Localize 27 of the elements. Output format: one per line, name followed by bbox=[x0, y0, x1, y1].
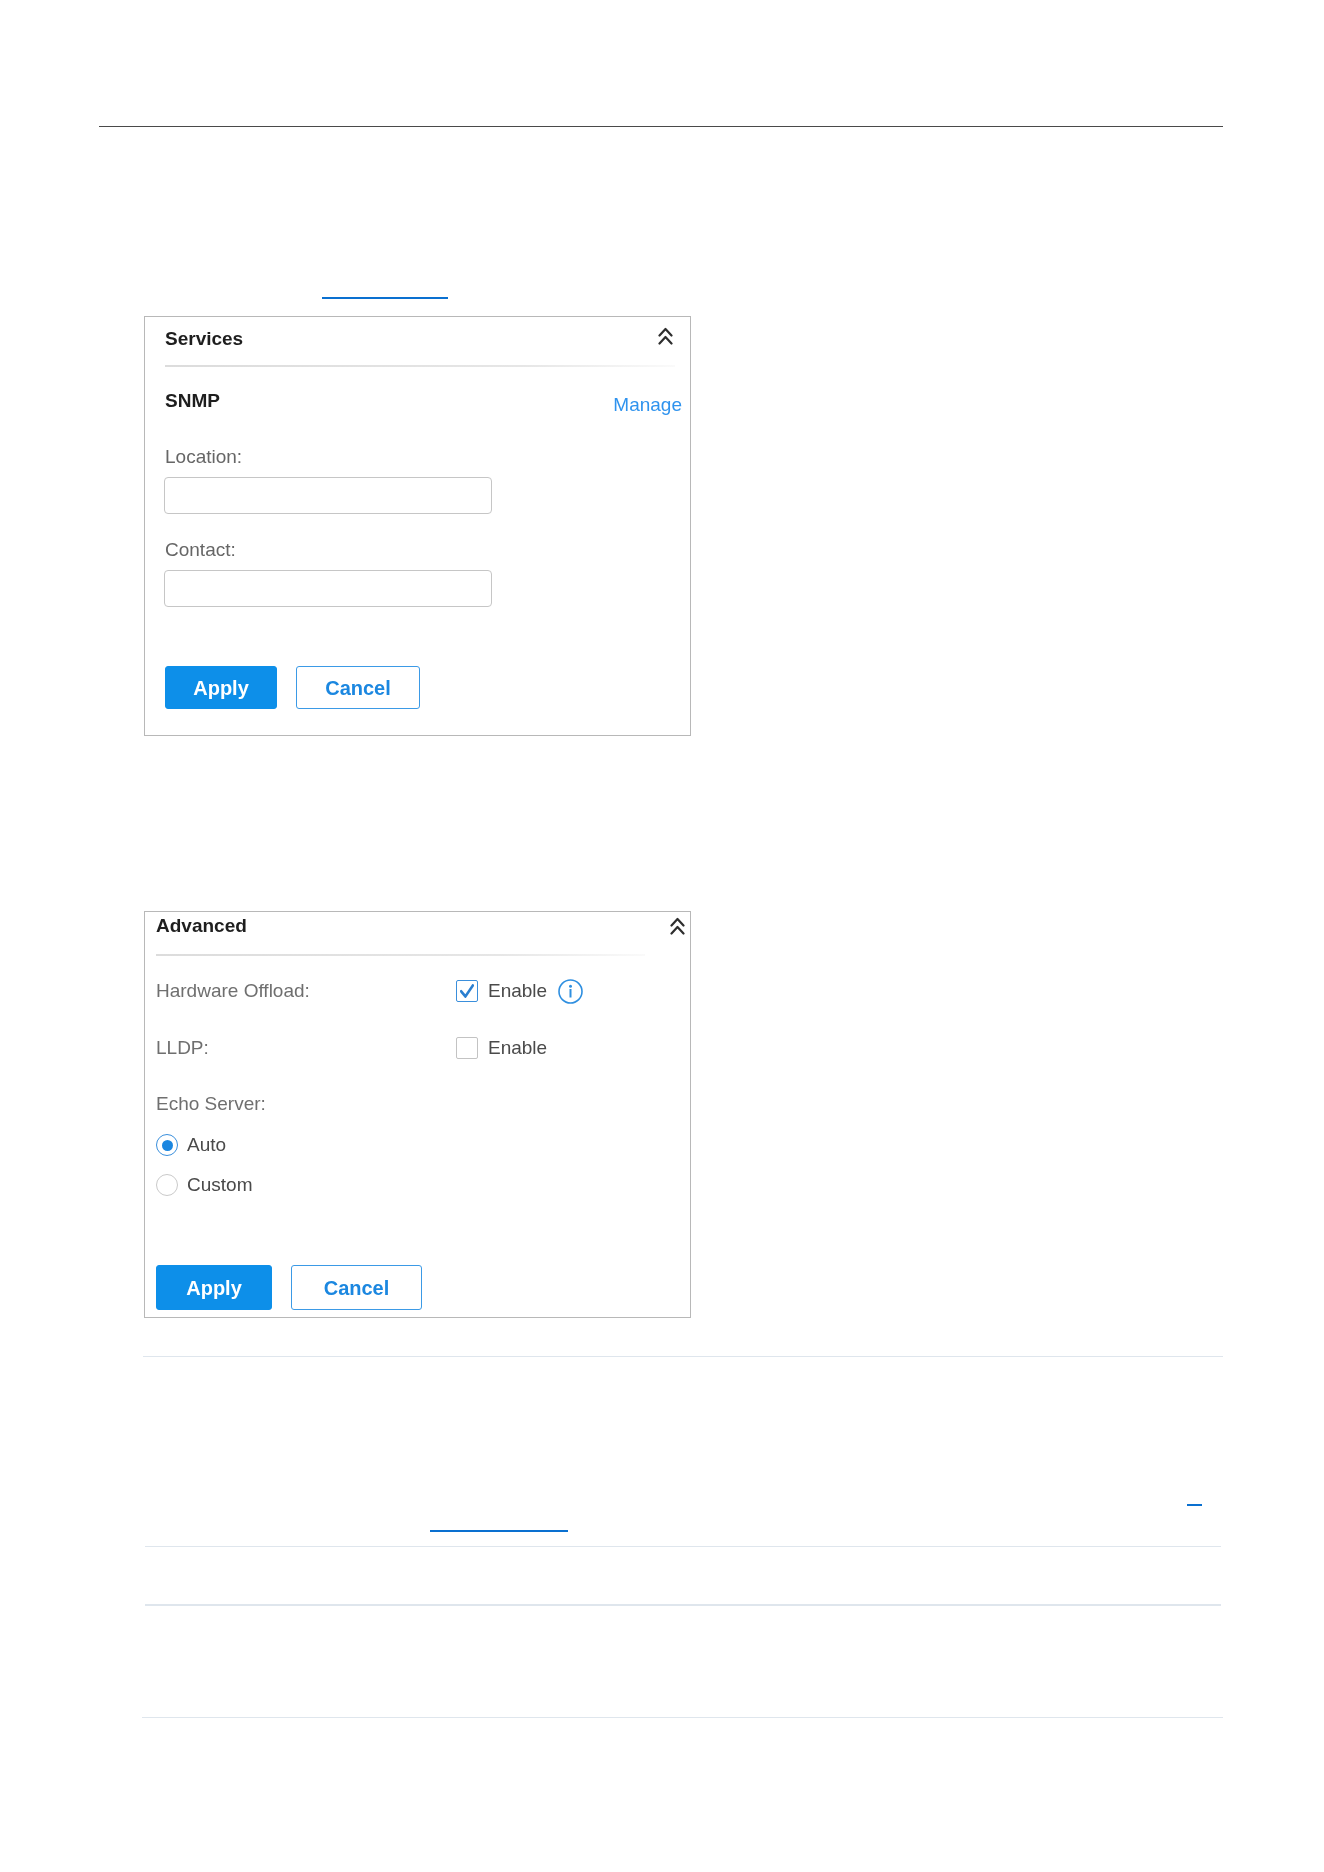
field-label: LLDP: bbox=[156, 1037, 209, 1059]
apply-button[interactable]: Apply bbox=[156, 1265, 272, 1310]
cancel-button[interactable]: Cancel bbox=[296, 666, 420, 709]
field-label: Hardware Offload: bbox=[156, 980, 310, 1002]
double-chevron-up-icon[interactable] bbox=[670, 917, 685, 935]
info-icon[interactable] bbox=[558, 978, 584, 1004]
cancel-button[interactable]: Cancel bbox=[291, 1265, 422, 1310]
checkbox-label: Enable bbox=[488, 1037, 548, 1059]
field-label: Location: bbox=[165, 446, 243, 468]
radio-button[interactable] bbox=[156, 1134, 178, 1156]
panel-title: Advanced bbox=[156, 915, 247, 937]
field-label: Contact: bbox=[165, 539, 236, 561]
double-chevron-up-icon[interactable] bbox=[658, 327, 673, 345]
text-input[interactable] bbox=[164, 570, 492, 607]
checkmark-icon bbox=[460, 984, 474, 998]
checkbox-label: Enable bbox=[488, 980, 548, 1002]
checkbox[interactable] bbox=[456, 980, 478, 1002]
radio-label: Custom bbox=[187, 1174, 253, 1196]
checkbox[interactable] bbox=[456, 1037, 478, 1059]
apply-button[interactable]: Apply bbox=[165, 666, 277, 709]
radio-label: Auto bbox=[187, 1134, 227, 1156]
text-input[interactable] bbox=[164, 477, 492, 514]
field-label: Echo Server: bbox=[156, 1093, 266, 1115]
manage-link[interactable]: Manage bbox=[613, 394, 682, 416]
panel-title: Services bbox=[165, 327, 244, 350]
radio-button[interactable] bbox=[156, 1174, 178, 1196]
section-heading: SNMP bbox=[165, 390, 220, 412]
